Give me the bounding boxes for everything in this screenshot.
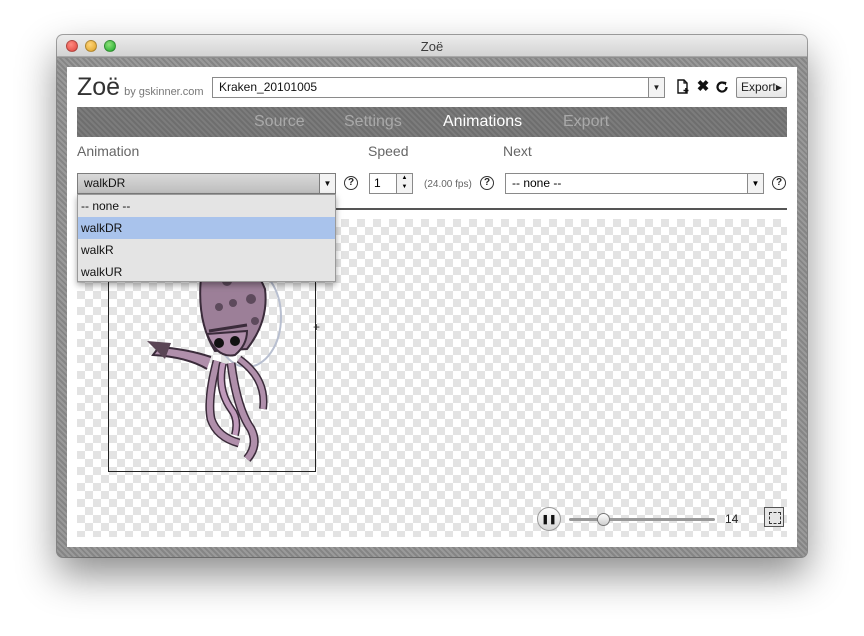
- speed-label: Speed: [368, 143, 409, 159]
- registration-point-icon: +: [313, 320, 321, 334]
- chevron-down-icon[interactable]: ▼: [319, 174, 335, 193]
- dropdown-option[interactable]: -- none --: [78, 195, 335, 217]
- by-line: by gskinner.com: [124, 86, 204, 98]
- window-title: Zoë: [420, 39, 444, 54]
- file-select-value: Kraken_20101005: [219, 80, 318, 94]
- title-bar[interactable]: Zoë: [57, 35, 807, 57]
- animation-select-value: walkDR: [84, 176, 126, 190]
- animation-help-icon[interactable]: ?: [344, 176, 358, 190]
- dropdown-option[interactable]: walkR: [78, 239, 335, 261]
- frame-number: 14: [725, 512, 739, 526]
- next-select[interactable]: -- none -- ▼: [505, 173, 764, 194]
- speed-help-icon[interactable]: ?: [480, 176, 494, 190]
- tab-settings[interactable]: Settings: [344, 107, 402, 137]
- export-button[interactable]: Export ▶: [736, 77, 787, 98]
- close-icon[interactable]: ✖: [695, 79, 711, 95]
- new-file-icon[interactable]: [675, 79, 691, 95]
- main-panel: Zoë by gskinner.com Kraken_20101005 ▼ ✖ E…: [67, 67, 797, 547]
- export-button-label: Export: [741, 80, 776, 94]
- animation-select[interactable]: walkDR ▼: [77, 173, 336, 194]
- speed-stepper[interactable]: 1 ▲ ▼: [369, 173, 413, 194]
- tab-animations[interactable]: Animations: [443, 107, 522, 137]
- next-help-icon[interactable]: ?: [772, 176, 786, 190]
- app-name: Zoë: [77, 73, 121, 101]
- app-brand: Zoë by gskinner.com: [77, 73, 204, 102]
- frame-slider[interactable]: [569, 513, 715, 526]
- next-select-value: -- none --: [512, 176, 562, 190]
- speed-value: 1: [374, 176, 381, 190]
- chevron-down-icon[interactable]: ▼: [747, 174, 763, 193]
- next-label: Next: [503, 143, 532, 159]
- dropdown-option[interactable]: walkUR: [78, 261, 335, 283]
- fps-readout: (24.00 fps): [424, 179, 472, 190]
- animation-label: Animation: [77, 143, 140, 159]
- tab-export[interactable]: Export: [563, 107, 609, 137]
- app-window: Zoë Zoë by gskinner.com Kraken_20101005 ▼…: [57, 35, 807, 557]
- nav-bar: Source Settings Animations Export: [77, 107, 787, 137]
- file-select[interactable]: Kraken_20101005 ▼: [212, 77, 665, 98]
- kraken-sprite: [147, 259, 282, 462]
- frame-slider-thumb[interactable]: [596, 513, 610, 526]
- tab-source[interactable]: Source: [254, 107, 305, 137]
- reload-icon[interactable]: [714, 79, 730, 95]
- stepper-arrows-icon[interactable]: ▲ ▼: [396, 174, 412, 193]
- animation-dropdown-list: -- none -- walkDR walkR walkUR: [77, 194, 336, 282]
- fit-to-stage-icon[interactable]: [764, 507, 784, 527]
- play-right-icon: ▶: [775, 83, 782, 92]
- dropdown-option[interactable]: walkDR: [78, 217, 335, 239]
- chevron-down-icon[interactable]: ▼: [648, 78, 664, 97]
- playback-controls: ❚❚ 14: [537, 506, 777, 532]
- pause-icon[interactable]: ❚❚: [537, 507, 561, 531]
